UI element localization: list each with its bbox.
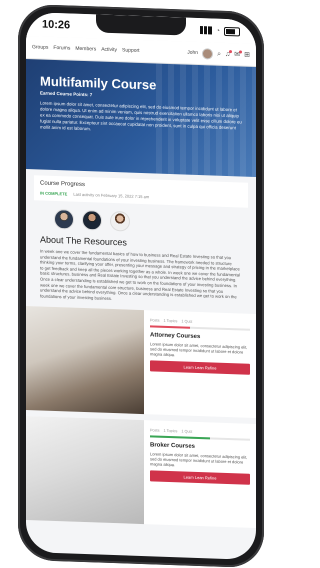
course-meta-topics: 1 Topics [163,429,178,434]
course-meta-quiz: 1 Quiz [181,429,193,435]
course-meta: Posts 1 Topics 1 Quiz [150,319,250,326]
nav-link-members[interactable]: Members [75,46,96,53]
course-progress-fill [150,325,190,330]
course-progress-bar [150,435,250,442]
phone-screen: 10:26 ◔ Groups Forums Members Activity S… [26,11,256,561]
nav-link-activity[interactable]: Activity [101,47,117,54]
course-body: Posts 1 Topics 1 Quiz Attorney Courses L… [144,310,256,418]
instructor-avatar[interactable] [110,210,130,232]
instructor-avatar[interactable] [82,209,102,231]
course-description: Lorem ipsum dolor sit amet, consectetur … [40,100,242,132]
about-text: In week one we cover the fundamental bas… [40,248,240,301]
course-description: Lorem ipsum dolor sit amet, consectetur … [150,341,248,358]
course-description: Lorem ipsum dolor sit amet, consectetur … [150,451,248,468]
nav-link-groups[interactable]: Groups [32,44,48,51]
phone-notch [96,14,186,36]
course-button[interactable]: Learn Lean Refine [150,470,250,486]
course-progress-bar [150,325,250,332]
progress-status: IN COMPLETE [40,190,68,197]
battery-icon [224,26,240,36]
instructor-list [26,200,256,240]
course-title: Attorney Courses [150,332,201,341]
nav-right: John ⌕ ♫ ✉ ⊞ [187,47,250,60]
course-meta-quiz: 1 Quiz [181,319,193,325]
course-body: Posts 1 Topics 1 Quiz Broker Courses Lor… [144,420,256,528]
course-button[interactable]: Learn Lean Refine [150,360,250,376]
status-icons: ◔ [199,26,240,36]
course-card[interactable]: Posts 1 Topics 1 Quiz Broker Courses Lor… [26,416,256,529]
user-name[interactable]: John [187,50,198,56]
course-image [26,416,144,525]
wifi-icon: ◔ [215,27,220,35]
notification-icon[interactable]: ♫ [225,50,230,57]
user-avatar[interactable] [202,47,214,60]
course-card[interactable]: Posts 1 Topics 1 Quiz Attorney Courses L… [26,306,256,419]
course-title: Broker Courses [150,442,196,451]
cart-icon[interactable]: ⊞ [244,51,250,58]
nav-link-support[interactable]: Support [122,47,140,54]
course-list: Posts 1 Topics 1 Quiz Attorney Courses L… [26,306,256,529]
last-activity: Last activity on February 15, 2022 7:15 … [73,191,150,200]
course-meta-topics: 1 Topics [163,319,178,324]
signal-icon [199,26,212,35]
course-progress-fill [150,435,210,440]
about-section: About The Resources In week one we cover… [26,234,256,306]
nav-link-forums[interactable]: Forums [53,45,70,52]
course-meta-posts: Posts [150,428,160,433]
course-meta-posts: Posts [150,318,160,323]
course-meta: Posts 1 Topics 1 Quiz [150,429,250,436]
nav-links: Groups Forums Members Activity Support [32,44,182,55]
search-icon[interactable]: ⌕ [217,50,221,57]
messages-icon[interactable]: ✉ [234,51,240,58]
status-time: 10:26 [42,18,71,32]
course-image [26,306,144,415]
course-hero: Multifamily Course Earned Course Points:… [26,58,256,178]
instructor-avatar[interactable] [54,208,74,230]
phone-frame: 10:26 ◔ Groups Forums Members Activity S… [18,3,264,568]
